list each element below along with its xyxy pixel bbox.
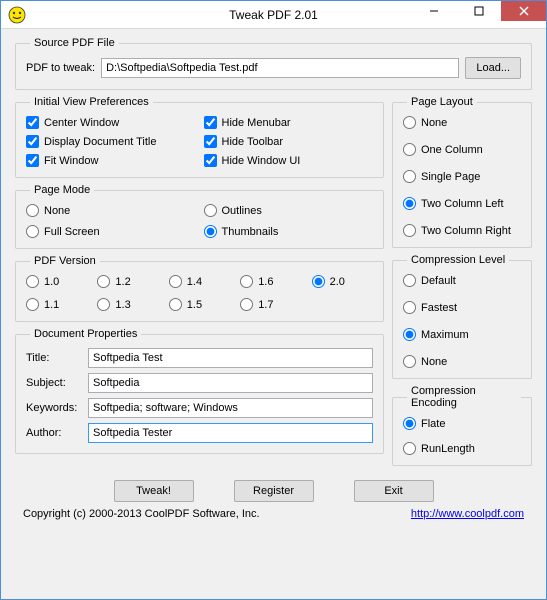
source-pdf-group: Source PDF File PDF to tweak: Load... [15, 37, 532, 90]
check-hide-menubar[interactable]: Hide Menubar [204, 116, 374, 129]
radio-ver-1-0[interactable]: 1.0 [26, 275, 87, 288]
author-input[interactable] [88, 423, 373, 443]
pdf-version-group: PDF Version 1.0 1.2 1.4 1.6 2.0 1.1 1.3 … [15, 255, 384, 322]
doc-props-group: Document Properties Title: Subject: Keyw… [15, 328, 384, 454]
title-label: Title: [26, 352, 82, 364]
radio-layout-none[interactable]: None [403, 116, 521, 129]
page-layout-group: Page Layout None One Column Single Page … [392, 96, 532, 248]
titlebar: Tweak PDF 2.01 [1, 1, 546, 29]
register-button[interactable]: Register [234, 480, 314, 502]
initial-view-grid: Center Window Hide Menubar Display Docum… [26, 116, 373, 167]
source-legend: Source PDF File [30, 37, 119, 49]
radio-ver-1-6[interactable]: 1.6 [240, 275, 301, 288]
check-hide-window-ui[interactable]: Hide Window UI [204, 154, 374, 167]
app-icon [7, 5, 27, 25]
load-button[interactable]: Load... [465, 57, 521, 79]
exit-button[interactable]: Exit [354, 480, 434, 502]
radio-ver-1-4[interactable]: 1.4 [169, 275, 230, 288]
radio-comp-fastest[interactable]: Fastest [403, 301, 521, 314]
compression-encoding-group: Compression Encoding Flate RunLength [392, 385, 532, 466]
keywords-input[interactable] [88, 398, 373, 418]
author-label: Author: [26, 427, 82, 439]
title-input[interactable] [88, 348, 373, 368]
radio-layout-single-page[interactable]: Single Page [403, 170, 521, 183]
compression-level-legend: Compression Level [407, 254, 509, 266]
pdf-version-legend: PDF Version [30, 255, 100, 267]
radio-pagemode-outlines[interactable]: Outlines [204, 204, 374, 217]
page-mode-legend: Page Mode [30, 184, 94, 196]
radio-ver-1-3[interactable]: 1.3 [97, 298, 158, 311]
initial-view-group: Initial View Preferences Center Window H… [15, 96, 384, 178]
initial-view-legend: Initial View Preferences [30, 96, 153, 108]
compression-level-group: Compression Level Default Fastest Maximu… [392, 254, 532, 379]
radio-comp-default[interactable]: Default [403, 274, 521, 287]
window-controls [411, 1, 546, 21]
doc-props-legend: Document Properties [30, 328, 141, 340]
radio-ver-1-1[interactable]: 1.1 [26, 298, 87, 311]
subject-label: Subject: [26, 377, 82, 389]
copyright-text: Copyright (c) 2000-2013 CoolPDF Software… [23, 508, 260, 520]
page-mode-group: Page Mode None Outlines Full Screen Thum… [15, 184, 384, 249]
close-button[interactable] [501, 1, 546, 21]
pdf-path-label: PDF to tweak: [26, 62, 95, 74]
window: Tweak PDF 2.01 Source PDF File PDF to tw… [0, 0, 547, 600]
radio-ver-1-7[interactable]: 1.7 [240, 298, 301, 311]
radio-ver-2-0[interactable]: 2.0 [312, 275, 373, 288]
radio-pagemode-thumbnails[interactable]: Thumbnails [204, 225, 374, 238]
radio-comp-none[interactable]: None [403, 355, 521, 368]
radio-layout-two-col-left[interactable]: Two Column Left [403, 197, 521, 210]
check-hide-toolbar[interactable]: Hide Toolbar [204, 135, 374, 148]
tweak-button[interactable]: Tweak! [114, 480, 194, 502]
radio-pagemode-fullscreen[interactable]: Full Screen [26, 225, 196, 238]
website-link[interactable]: http://www.coolpdf.com [411, 508, 524, 520]
radio-comp-maximum[interactable]: Maximum [403, 328, 521, 341]
radio-layout-two-col-right[interactable]: Two Column Right [403, 224, 521, 237]
check-center-window[interactable]: Center Window [26, 116, 196, 129]
keywords-label: Keywords: [26, 402, 82, 414]
compression-encoding-legend: Compression Encoding [407, 385, 521, 409]
radio-enc-flate[interactable]: Flate [403, 417, 521, 430]
page-layout-legend: Page Layout [407, 96, 477, 108]
check-fit-window[interactable]: Fit Window [26, 154, 196, 167]
radio-pagemode-none[interactable]: None [26, 204, 196, 217]
footer: Copyright (c) 2000-2013 CoolPDF Software… [15, 508, 532, 520]
maximize-button[interactable] [456, 1, 501, 21]
radio-ver-1-2[interactable]: 1.2 [97, 275, 158, 288]
check-display-title[interactable]: Display Document Title [26, 135, 196, 148]
pdf-path-input[interactable] [101, 58, 459, 78]
minimize-button[interactable] [411, 1, 456, 21]
subject-input[interactable] [88, 373, 373, 393]
action-buttons: Tweak! Register Exit [15, 480, 532, 502]
content-area: Source PDF File PDF to tweak: Load... In… [1, 29, 546, 599]
radio-ver-1-5[interactable]: 1.5 [169, 298, 230, 311]
radio-enc-runlength[interactable]: RunLength [403, 442, 521, 455]
radio-layout-one-column[interactable]: One Column [403, 143, 521, 156]
